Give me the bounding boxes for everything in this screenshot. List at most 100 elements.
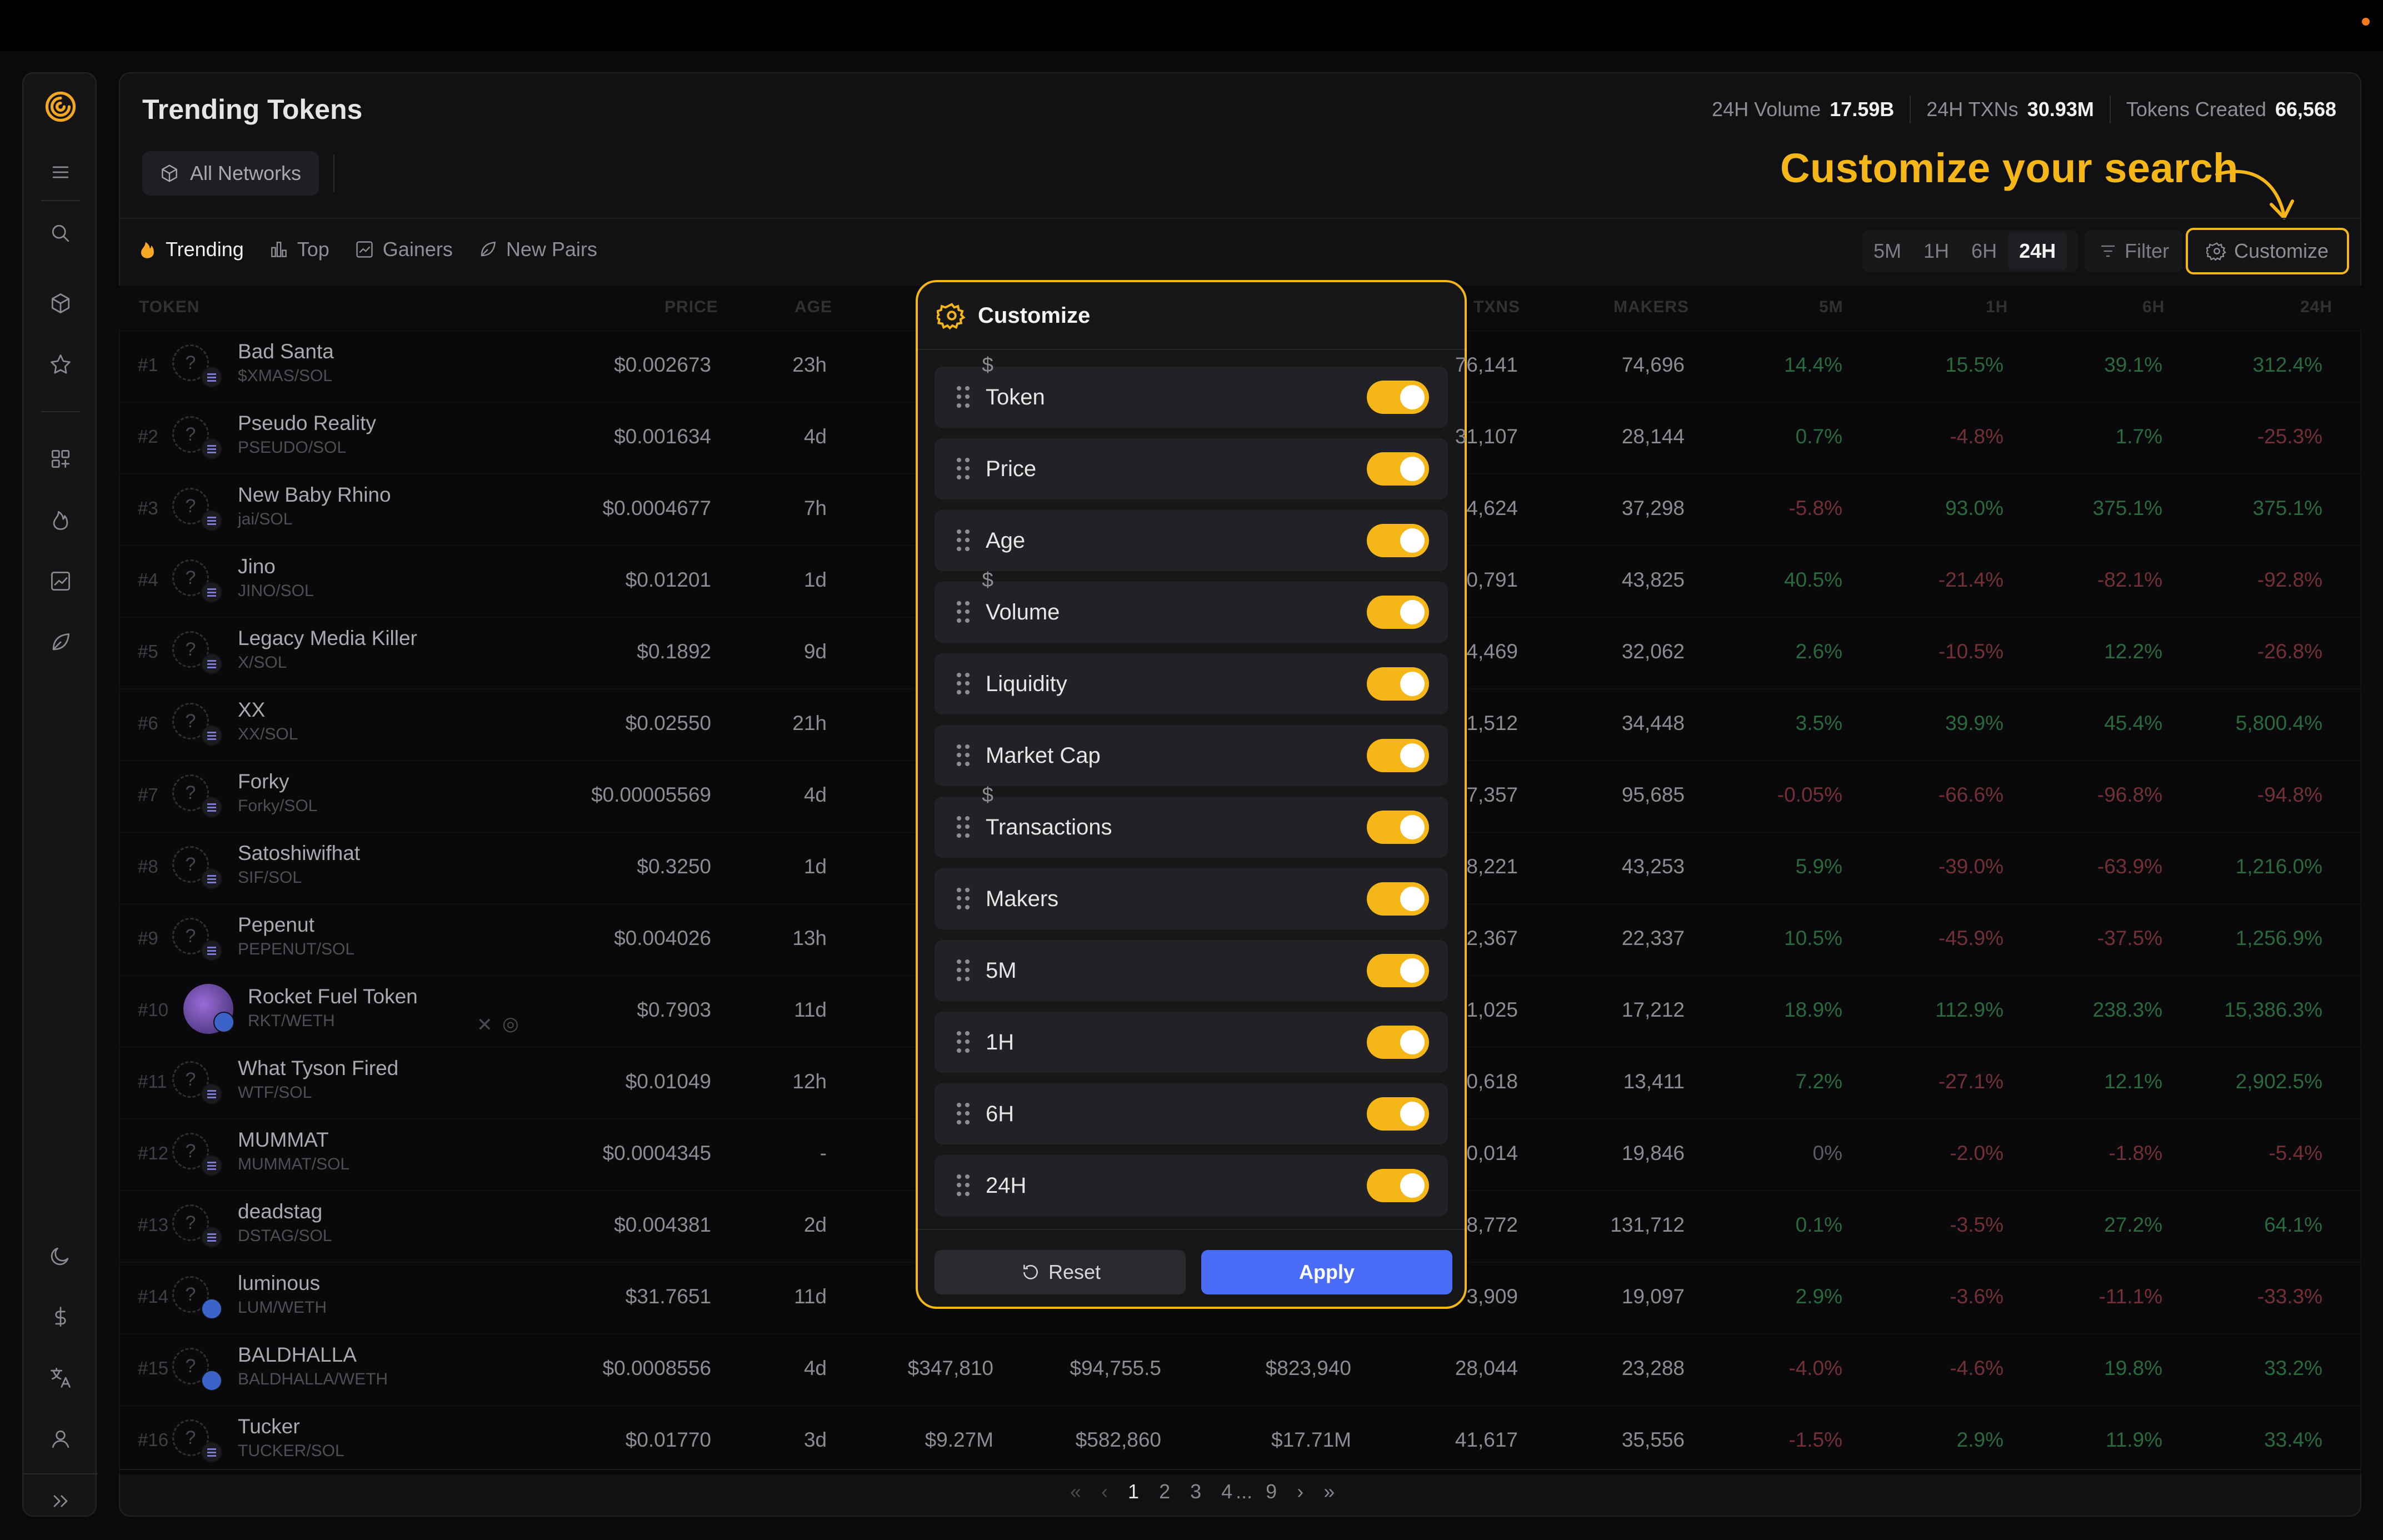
logo-icon[interactable] (23, 84, 98, 129)
divider (119, 218, 2361, 219)
cube-icon[interactable] (23, 281, 98, 326)
leaf-icon[interactable] (23, 620, 98, 664)
option-toggle[interactable] (1367, 524, 1429, 557)
drag-handle-icon[interactable] (957, 744, 970, 767)
token-name[interactable]: Bad Santa (238, 340, 334, 363)
token-name[interactable]: Pseudo Reality (238, 412, 376, 435)
token-pair: WTF/SOL (238, 1083, 312, 1102)
cell-price: $0.0004677 (602, 497, 711, 519)
option-toggle[interactable] (1367, 452, 1429, 486)
column-option: Volume (935, 582, 1448, 643)
user-icon[interactable] (23, 1417, 98, 1461)
page-button[interactable]: 3 (1190, 1480, 1201, 1503)
divider (333, 154, 334, 192)
timeframe-6h[interactable]: 6H (1960, 239, 2008, 263)
tab-trending[interactable]: Trending (137, 238, 244, 261)
first-page-button[interactable]: « (1070, 1480, 1081, 1503)
expand-icon[interactable] (23, 1479, 98, 1523)
token-name[interactable]: Rocket Fuel Token (248, 985, 418, 1008)
drag-handle-icon[interactable] (957, 1031, 970, 1053)
option-toggle[interactable] (1367, 739, 1429, 772)
cell-txns: 41,617 (1455, 1428, 1518, 1451)
menu-icon[interactable] (23, 150, 98, 194)
token-name[interactable]: Jino (238, 555, 276, 578)
ethereum-icon (201, 1298, 222, 1319)
option-toggle[interactable] (1367, 1169, 1429, 1202)
drag-handle-icon[interactable] (957, 1174, 970, 1197)
cell-h24: -5.4% (2269, 1142, 2322, 1164)
moon-icon[interactable] (23, 1233, 98, 1278)
option-toggle[interactable] (1367, 954, 1429, 987)
drag-handle-icon[interactable] (957, 386, 970, 408)
star-icon[interactable] (23, 342, 98, 387)
timeframe-1h[interactable]: 1H (1912, 239, 1960, 263)
dollar-icon[interactable] (23, 1294, 98, 1339)
page-button[interactable]: 1 (1128, 1480, 1139, 1503)
drag-handle-icon[interactable] (957, 601, 970, 623)
option-toggle[interactable] (1367, 811, 1429, 844)
column-option: 5M (935, 940, 1448, 1001)
option-label: 1H (986, 1029, 1015, 1054)
option-toggle[interactable] (1367, 596, 1429, 629)
option-label: 5M (986, 958, 1017, 983)
timeframe-5m[interactable]: 5M (1862, 239, 1912, 263)
option-toggle[interactable] (1367, 667, 1429, 701)
option-toggle[interactable] (1367, 1026, 1429, 1059)
flame-icon[interactable] (23, 498, 98, 542)
tab-new-pairs[interactable]: New Pairs (477, 238, 597, 261)
tab-gainers[interactable]: Gainers (354, 238, 453, 261)
top-bar (0, 0, 2383, 51)
cell-age: 7h (803, 497, 827, 519)
token-name[interactable]: Tucker (238, 1415, 300, 1438)
drag-handle-icon[interactable] (957, 673, 970, 695)
token-name[interactable]: Legacy Media Killer (238, 627, 417, 650)
chart-icon[interactable] (23, 559, 98, 603)
reset-button[interactable]: Reset (935, 1250, 1186, 1294)
prev-page-button[interactable]: ‹ (1101, 1480, 1108, 1503)
cell-h6: 12.2% (2104, 640, 2162, 663)
drag-handle-icon[interactable] (957, 888, 970, 910)
token-name[interactable]: Forky (238, 770, 289, 793)
all-networks-button[interactable]: All Networks (142, 151, 319, 196)
drag-handle-icon[interactable] (957, 959, 970, 982)
last-page-button[interactable]: » (1323, 1480, 1335, 1503)
tab-top[interactable]: Top (268, 238, 329, 261)
row-rank: #3 (138, 498, 158, 518)
modal-title: Customize (978, 303, 1091, 328)
grid-plus-icon[interactable] (23, 437, 98, 481)
cell-makers: 37,298 (1621, 497, 1685, 519)
drag-handle-icon[interactable] (957, 816, 970, 838)
drag-handle-icon[interactable] (957, 458, 970, 480)
token-name[interactable]: New Baby Rhino (238, 483, 391, 507)
drag-handle-icon[interactable] (957, 1103, 970, 1125)
apply-button[interactable]: Apply (1201, 1250, 1452, 1294)
token-name[interactable]: Satoshiwifhat (238, 842, 360, 865)
social-x-icon[interactable]: ✕ (477, 1014, 493, 1036)
cell-h24: 5,800.4% (2235, 712, 2322, 734)
option-toggle[interactable] (1367, 381, 1429, 414)
token-name[interactable]: MUMMAT (238, 1128, 329, 1152)
customize-button[interactable]: Customize (2186, 228, 2349, 274)
stat-label: 24H TXNs (1926, 98, 2019, 121)
next-page-button[interactable]: › (1297, 1480, 1303, 1503)
search-icon[interactable] (23, 211, 98, 256)
page-button[interactable]: 2 (1159, 1480, 1170, 1503)
token-name[interactable]: XX (238, 698, 265, 722)
token-name[interactable]: BALDHALLA (238, 1343, 357, 1367)
drag-handle-icon[interactable] (957, 529, 970, 552)
cell-h1: 93.0% (1945, 497, 2004, 519)
token-name[interactable]: deadstag (238, 1200, 322, 1223)
page-button[interactable]: 4 (1221, 1480, 1232, 1503)
token-name[interactable]: luminous (238, 1272, 320, 1295)
page-button[interactable]: 9 (1266, 1480, 1277, 1503)
translate-icon[interactable] (23, 1356, 98, 1400)
token-name[interactable]: Pepenut (238, 913, 314, 937)
cell-h1: 39.9% (1945, 712, 2004, 734)
option-toggle[interactable] (1367, 882, 1429, 916)
option-toggle[interactable] (1367, 1097, 1429, 1131)
filter-button[interactable]: Filter (2085, 230, 2182, 272)
website-globe-icon[interactable]: ◎ (502, 1013, 519, 1035)
modal-header: Customize (918, 282, 1465, 350)
token-name[interactable]: What Tyson Fired (238, 1057, 398, 1080)
timeframe-24h[interactable]: 24H (2008, 232, 2067, 271)
